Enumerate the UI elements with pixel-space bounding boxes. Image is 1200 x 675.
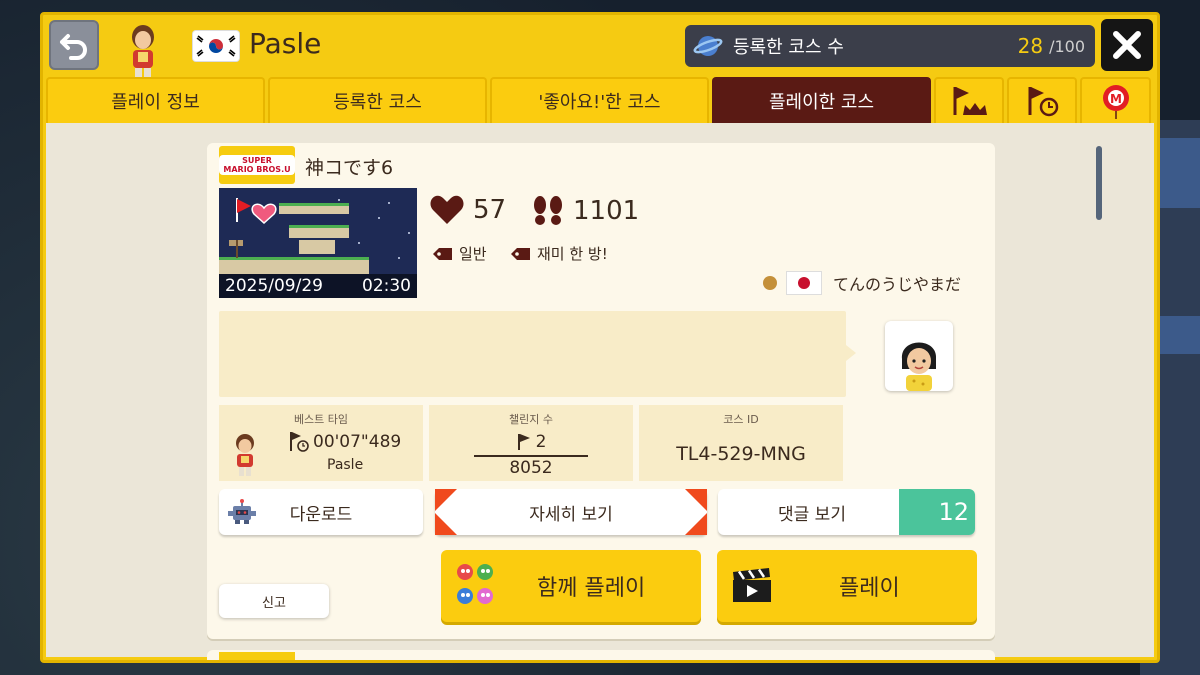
tab-played-courses[interactable]: 플레이한 코스 <box>712 77 931 123</box>
course-tag: 재미 한 방! <box>511 243 608 264</box>
goal-flag-icon <box>517 434 530 450</box>
tab-mario-balloon[interactable]: M <box>1080 77 1151 123</box>
course-count-bar: 등록한 코스 수 28 /100 <box>685 25 1095 67</box>
maker-mii-image <box>901 342 937 391</box>
player-name: Pasle <box>249 27 322 60</box>
best-time-label: 베스트 타임 <box>293 413 349 426</box>
tab-label: 플레이 정보 <box>111 92 200 113</box>
planet-icon <box>693 36 723 56</box>
speech-bubble-tail <box>846 345 856 361</box>
maker-avatar[interactable] <box>885 321 953 391</box>
best-time-value-row: 00'07"489 <box>287 431 401 453</box>
tab-first-clears[interactable] <box>934 77 1004 123</box>
course-id-label: 코스 ID <box>723 413 759 426</box>
likes-stat: 57 <box>429 195 506 225</box>
next-game-style-badge <box>219 652 295 660</box>
multiplayer-icon <box>457 564 493 604</box>
likes-count: 57 <box>473 195 507 225</box>
course-id-box: 코스 ID TL4-529-MNG <box>639 405 843 481</box>
course-description-box <box>219 311 846 397</box>
tag-icon <box>511 247 530 260</box>
fraction-line <box>474 455 588 457</box>
comments-label: 댓글 보기 <box>778 504 846 525</box>
play-button[interactable]: 플레이 <box>717 550 977 622</box>
tag-label: 재미 한 방! <box>537 245 608 263</box>
course-thumbnail[interactable]: 2025/09/29 02:30 <box>219 188 417 298</box>
play-together-button[interactable]: 함께 플레이 <box>441 550 701 622</box>
download-label: 다운로드 <box>289 504 353 525</box>
tab-uploaded-courses[interactable]: 등록한 코스 <box>268 77 487 123</box>
back-button[interactable] <box>49 20 99 70</box>
course-id: TL4-529-MNG <box>676 443 806 465</box>
maker-name: てんのうじやまだ <box>833 275 962 294</box>
play-label: 플레이 <box>839 576 900 601</box>
course-card: SUPER MARIO BROS.U 神コです6 2025/09/29 02:3… <box>207 143 995 639</box>
back-arrow-icon <box>60 34 87 60</box>
tab-play-info[interactable]: 플레이 정보 <box>46 77 265 123</box>
close-button[interactable] <box>1101 19 1153 71</box>
report-label: 신고 <box>262 595 286 611</box>
heart-icon <box>430 195 464 224</box>
flag-timer-icon <box>1028 87 1059 117</box>
clapperboard-icon <box>733 568 771 602</box>
tab-liked-courses[interactable]: '좋아요!'한 코스 <box>490 77 709 123</box>
details-button[interactable]: 자세히 보기 <box>435 489 707 535</box>
korea-flag-icon <box>193 31 239 61</box>
course-title: 神コです6 <box>305 157 394 179</box>
upload-datetime: 2025/09/29 02:30 <box>219 274 417 298</box>
details-label: 자세히 보기 <box>529 504 613 525</box>
maker-rank-coin-icon <box>763 276 777 290</box>
play-together-label: 함께 플레이 <box>537 576 646 601</box>
comments-button[interactable]: 댓글 보기 12 <box>718 489 975 535</box>
tab-world-records[interactable] <box>1007 77 1077 123</box>
footprints-icon <box>534 196 562 225</box>
best-time-holder-avatar <box>236 434 254 476</box>
challenge-label: 챌린지 수 <box>509 413 553 426</box>
japan-flag-icon <box>787 272 821 294</box>
close-icon <box>1113 31 1141 59</box>
tab-label: '좋아요!'한 코스 <box>538 92 661 113</box>
challenge-box: 챌린지 수 2 8052 <box>429 405 633 481</box>
upload-time: 02:30 <box>362 276 411 296</box>
flag-crown-icon <box>953 87 987 115</box>
flag-timer-icon <box>290 432 309 452</box>
plays-stat: 1101 <box>531 195 639 227</box>
scrollbar[interactable] <box>1096 146 1102 220</box>
game-style-badge: SUPER MARIO BROS.U <box>219 146 295 184</box>
tab-label: 등록한 코스 <box>333 92 422 113</box>
maker-info: てんのうじやまだ <box>763 271 961 295</box>
robot-icon <box>228 499 256 524</box>
player-avatar <box>132 25 154 78</box>
upload-date: 2025/09/29 <box>225 276 323 296</box>
course-count-value: 28 <box>1017 34 1044 58</box>
tag-icon <box>433 247 452 260</box>
course-count-max: /100 <box>1049 36 1085 56</box>
clears-count: 2 <box>535 432 547 452</box>
course-tag: 일반 <box>433 243 487 264</box>
tag-label: 일반 <box>459 245 487 263</box>
next-course-card[interactable] <box>207 650 995 660</box>
best-time-holder: Pasle <box>327 457 364 473</box>
clears-row: 2 <box>516 432 547 452</box>
comment-count-badge: 12 <box>899 489 975 535</box>
game-badge-line1: SUPER <box>242 156 272 165</box>
best-time-value: 00'07"489 <box>313 432 402 452</box>
report-button[interactable]: 신고 <box>219 584 329 618</box>
mario-balloon-icon: M <box>1102 85 1129 119</box>
attempts-count: 8052 <box>509 458 553 478</box>
best-time-box: 베스트 타임 00'07"489 Pasle <box>219 405 423 481</box>
game-badge-line2: MARIO BROS.U <box>223 165 291 174</box>
tab-label: 플레이한 코스 <box>768 92 875 113</box>
download-button[interactable]: 다운로드 <box>219 489 423 535</box>
plays-count: 1101 <box>573 196 640 226</box>
course-count-label: 등록한 코스 수 <box>733 37 844 58</box>
svg-text:M: M <box>1110 92 1122 106</box>
